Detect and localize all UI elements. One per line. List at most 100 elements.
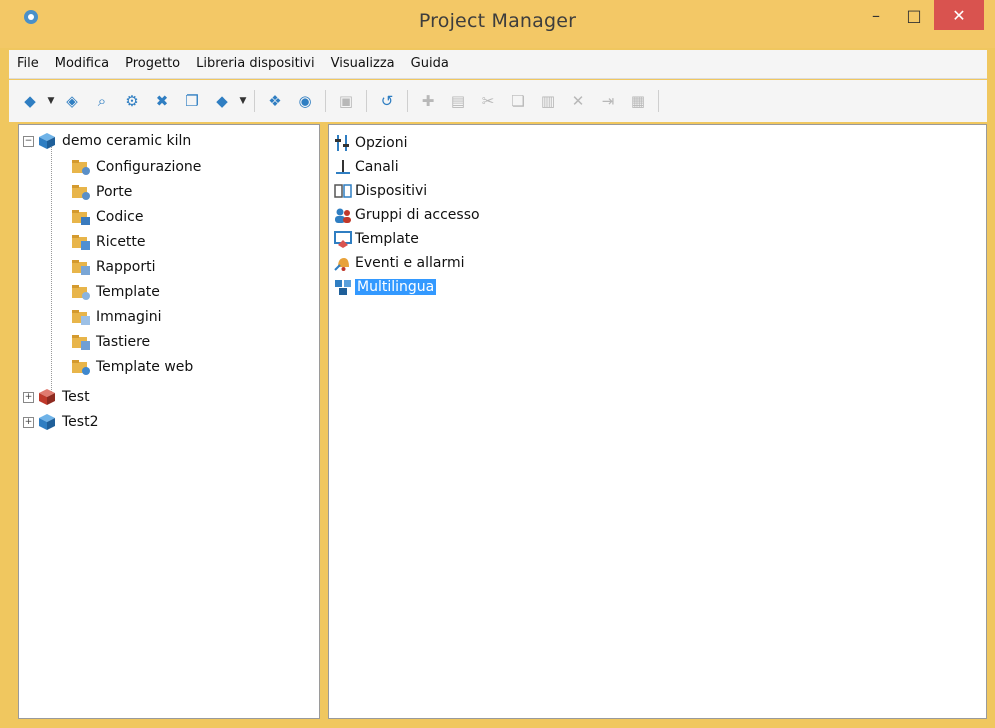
list-item-label: Dispositivi [355, 183, 428, 199]
folder-recipes-icon [72, 235, 90, 250]
rename-icon[interactable]: ⇥ [597, 90, 619, 112]
properties-icon[interactable]: ▦ [627, 90, 649, 112]
folder-web-icon [72, 360, 90, 375]
compile-icon[interactable]: ❖ [264, 90, 286, 112]
project-cube-icon [39, 133, 55, 149]
close-button[interactable]: ✕ [934, 0, 984, 30]
folder-ports-icon [72, 185, 90, 200]
import-project-icon[interactable]: ◆ [211, 90, 233, 112]
project-cube-icon [39, 414, 55, 430]
tree-item-immagini[interactable]: Immagini [71, 305, 162, 329]
menu-file[interactable]: File [9, 50, 47, 78]
tree-item-label: Immagini [96, 309, 162, 325]
toolbar: ◆ ▼ ◈ ⌕ ⚙ ✖ ❐ ◆ ▼ ❖ ◉ ▣ ↺ ✚ ▤ ✂ ❏ ▥ ✕ ⇥ … [9, 80, 987, 122]
menu-progetto[interactable]: Progetto [117, 50, 188, 78]
copy-icon[interactable]: ❏ [507, 90, 529, 112]
dropdown-arrow-icon[interactable]: ▼ [238, 90, 248, 112]
dropdown-arrow-icon[interactable]: ▼ [46, 90, 56, 112]
menu-guida[interactable]: Guida [403, 50, 457, 78]
paste-icon[interactable]: ▥ [537, 90, 559, 112]
list-item-dispositivi[interactable]: Dispositivi [333, 179, 427, 203]
expand-icon[interactable]: + [23, 416, 34, 428]
list-item-canali[interactable]: Canali [333, 155, 399, 179]
menu-visualizza[interactable]: Visualizza [323, 50, 403, 78]
refresh-icon[interactable]: ↺ [376, 90, 398, 112]
tree-item-porte[interactable]: Porte [71, 180, 132, 204]
toolbar-separator [366, 90, 367, 112]
tree-item-label: Configurazione [96, 159, 202, 175]
project-manager-window: Project Manager – □ ✕ File Modifica Prog… [0, 0, 995, 728]
list-item-gruppi-di-accesso[interactable]: Gruppi di accesso [333, 203, 480, 227]
tree-item-label: Tastiere [96, 334, 151, 350]
window-title: Project Manager [418, 10, 577, 32]
title-bar[interactable]: Project Manager – □ ✕ [0, 0, 995, 48]
menu-bar: File Modifica Progetto Libreria disposit… [9, 50, 987, 79]
channels-icon [333, 157, 353, 177]
tree-item-ricette[interactable]: Ricette [71, 230, 146, 254]
list-item-label: Canali [355, 159, 399, 175]
tree-item-label: demo ceramic kiln [62, 133, 192, 149]
open-project-icon[interactable]: ◈ [61, 90, 83, 112]
toolbar-separator [407, 90, 408, 112]
tree-item-label: Codice [96, 209, 144, 225]
multilanguage-icon [333, 277, 353, 297]
run-icon[interactable]: ◉ [294, 90, 316, 112]
tree-item-label: Ricette [96, 234, 146, 250]
tree-item-configurazione[interactable]: Configurazione [71, 155, 201, 179]
folder-code-icon [72, 210, 90, 225]
folder-images-icon [72, 310, 90, 325]
folder-reports-icon [72, 260, 90, 275]
folder-config-icon [72, 160, 90, 175]
content-list-pane[interactable]: Opzioni Canali Dispositivi Gruppi di acc… [328, 124, 987, 719]
project-copy-icon[interactable]: ❐ [181, 90, 203, 112]
find-icon[interactable]: ⌕ [91, 90, 113, 112]
tree-item-test2[interactable]: + Test2 [23, 410, 98, 434]
tree-item-demo-ceramic-kiln[interactable]: − demo ceramic kiln [23, 129, 191, 153]
list-item-label-selected: Multilingua [355, 279, 437, 295]
tree-item-label: Rapporti [96, 259, 156, 275]
tree-item-label: Test2 [62, 414, 99, 430]
project-tree-pane[interactable]: − demo ceramic kiln Configurazione Porte… [18, 124, 320, 719]
collapse-icon[interactable]: − [23, 135, 34, 147]
tree-item-template[interactable]: Template [71, 280, 160, 304]
list-item-label: Template [355, 231, 419, 247]
expand-icon[interactable]: + [23, 391, 34, 403]
tree-guide-line [51, 145, 52, 396]
tree-item-rapporti[interactable]: Rapporti [71, 255, 155, 279]
toolbar-separator [658, 90, 659, 112]
menu-modifica[interactable]: Modifica [47, 50, 117, 78]
folder-keyboards-icon [72, 335, 90, 350]
menu-libreria-dispositivi[interactable]: Libreria dispositivi [188, 50, 322, 78]
devices-icon [333, 181, 353, 201]
list-item-eventi-e-allarmi[interactable]: Eventi e allarmi [333, 251, 464, 275]
users-group-icon [333, 205, 353, 225]
tree-item-test[interactable]: + Test [23, 385, 90, 409]
open-folder-icon[interactable]: ▤ [447, 90, 469, 112]
tree-item-label: Porte [96, 184, 133, 200]
disabled-icon[interactable]: ▣ [335, 90, 357, 112]
pane-splitter[interactable] [320, 124, 328, 719]
alarm-bell-icon [333, 253, 353, 273]
list-item-opzioni[interactable]: Opzioni [333, 131, 407, 155]
tree-item-codice[interactable]: Codice [71, 205, 143, 229]
options-sliders-icon [333, 133, 353, 153]
bottom-frame [0, 719, 995, 728]
toolbar-separator [325, 90, 326, 112]
delete-project-icon[interactable]: ✖ [151, 90, 173, 112]
maximize-button[interactable]: □ [896, 0, 932, 30]
project-settings-icon[interactable]: ⚙ [121, 90, 143, 112]
list-item-label: Eventi e allarmi [355, 255, 465, 271]
new-icon[interactable]: ✚ [417, 90, 439, 112]
list-item-multilingua[interactable]: Multilingua [333, 275, 437, 299]
cut-icon[interactable]: ✂ [477, 90, 499, 112]
tree-item-template-web[interactable]: Template web [71, 355, 193, 379]
tree-item-tastiere[interactable]: Tastiere [71, 330, 150, 354]
cube-icon[interactable]: ◆ [19, 90, 41, 112]
list-item-label: Opzioni [355, 135, 408, 151]
minimize-button[interactable]: – [858, 0, 894, 30]
list-item-label: Gruppi di accesso [355, 207, 480, 223]
project-cube-icon [39, 389, 55, 405]
list-item-template[interactable]: Template [333, 227, 419, 251]
folder-template-icon [72, 285, 90, 300]
delete-icon[interactable]: ✕ [567, 90, 589, 112]
